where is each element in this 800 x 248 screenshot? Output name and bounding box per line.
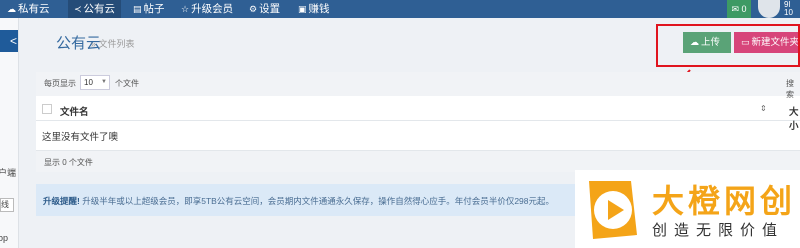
column-header-size[interactable]: 大小 xyxy=(789,104,800,132)
nav-upgrade[interactable]: ☆ 升级会员 xyxy=(181,0,233,18)
gear-icon: ⚙ xyxy=(249,5,258,15)
user-info[interactable]: 9l 10 xyxy=(784,1,793,17)
chevron-down-icon: ▼ xyxy=(101,79,107,85)
sidebar-collapse-button[interactable]: < xyxy=(0,30,18,52)
table-toolbar xyxy=(36,72,800,96)
nav-posts[interactable]: ▤ 帖子 xyxy=(133,0,165,18)
perpage-suffix: 个文件 xyxy=(115,79,139,88)
sidebar-client-text: 户端 xyxy=(0,168,17,178)
sidebar-bottom-text: op xyxy=(0,233,9,243)
nav-earn[interactable]: ▣ 赚钱 xyxy=(298,0,330,18)
empty-message: 这里没有文件了噢 xyxy=(42,132,119,143)
chevron-left-icon: < xyxy=(9,34,17,48)
table-footer xyxy=(36,150,800,172)
watermark-title: 大橙网创 xyxy=(652,183,797,219)
messages-button[interactable]: ✉ 0 xyxy=(727,0,751,18)
upgrade-notice-text: 升级提醒! 升级半年或以上超级会员，即享5TB公有云空间，会员期内文件通通永久保… xyxy=(43,195,554,207)
envelope-icon: ✉ xyxy=(731,4,739,14)
perpage-prefix: 每页显示 xyxy=(44,79,76,88)
showing-count: 显示 0 个文件 xyxy=(44,158,93,167)
column-header-filename[interactable]: 文件名 xyxy=(60,104,89,118)
document-icon: ▤ xyxy=(133,5,142,15)
highlight-box xyxy=(656,24,800,67)
share-icon: ≺ xyxy=(74,5,82,15)
nav-private-cloud[interactable]: ☁ 私有云 xyxy=(7,0,50,18)
nav-settings[interactable]: ⚙ 设置 xyxy=(249,0,280,18)
star-icon: ☆ xyxy=(181,5,190,15)
notice-body: 升级半年或以上超级会员，即享5TB公有云空间，会员期内文件通通永久保存，操作自然… xyxy=(82,196,554,206)
watermark-slogan: 创造无限价值 xyxy=(652,222,785,239)
sidebar: < 户端 线 op xyxy=(0,18,19,248)
sidebar-action-button[interactable]: 线 xyxy=(0,198,14,212)
money-icon: ▣ xyxy=(298,5,307,15)
play-logo-icon xyxy=(589,181,637,239)
table-header-row xyxy=(36,99,800,121)
sort-icon[interactable]: ⇕ xyxy=(760,104,767,113)
perpage-select[interactable]: 10 ▼ xyxy=(80,75,110,90)
breadcrumb[interactable]: » 文件列表 xyxy=(91,37,135,50)
search-label: 搜索 xyxy=(786,79,794,99)
cloud-icon: ☁ xyxy=(7,5,16,15)
notice-bold: 升级提醒! xyxy=(43,196,80,206)
nav-public-cloud[interactable]: ≺ 公有云 xyxy=(68,0,122,18)
select-all-checkbox[interactable] xyxy=(42,104,52,114)
